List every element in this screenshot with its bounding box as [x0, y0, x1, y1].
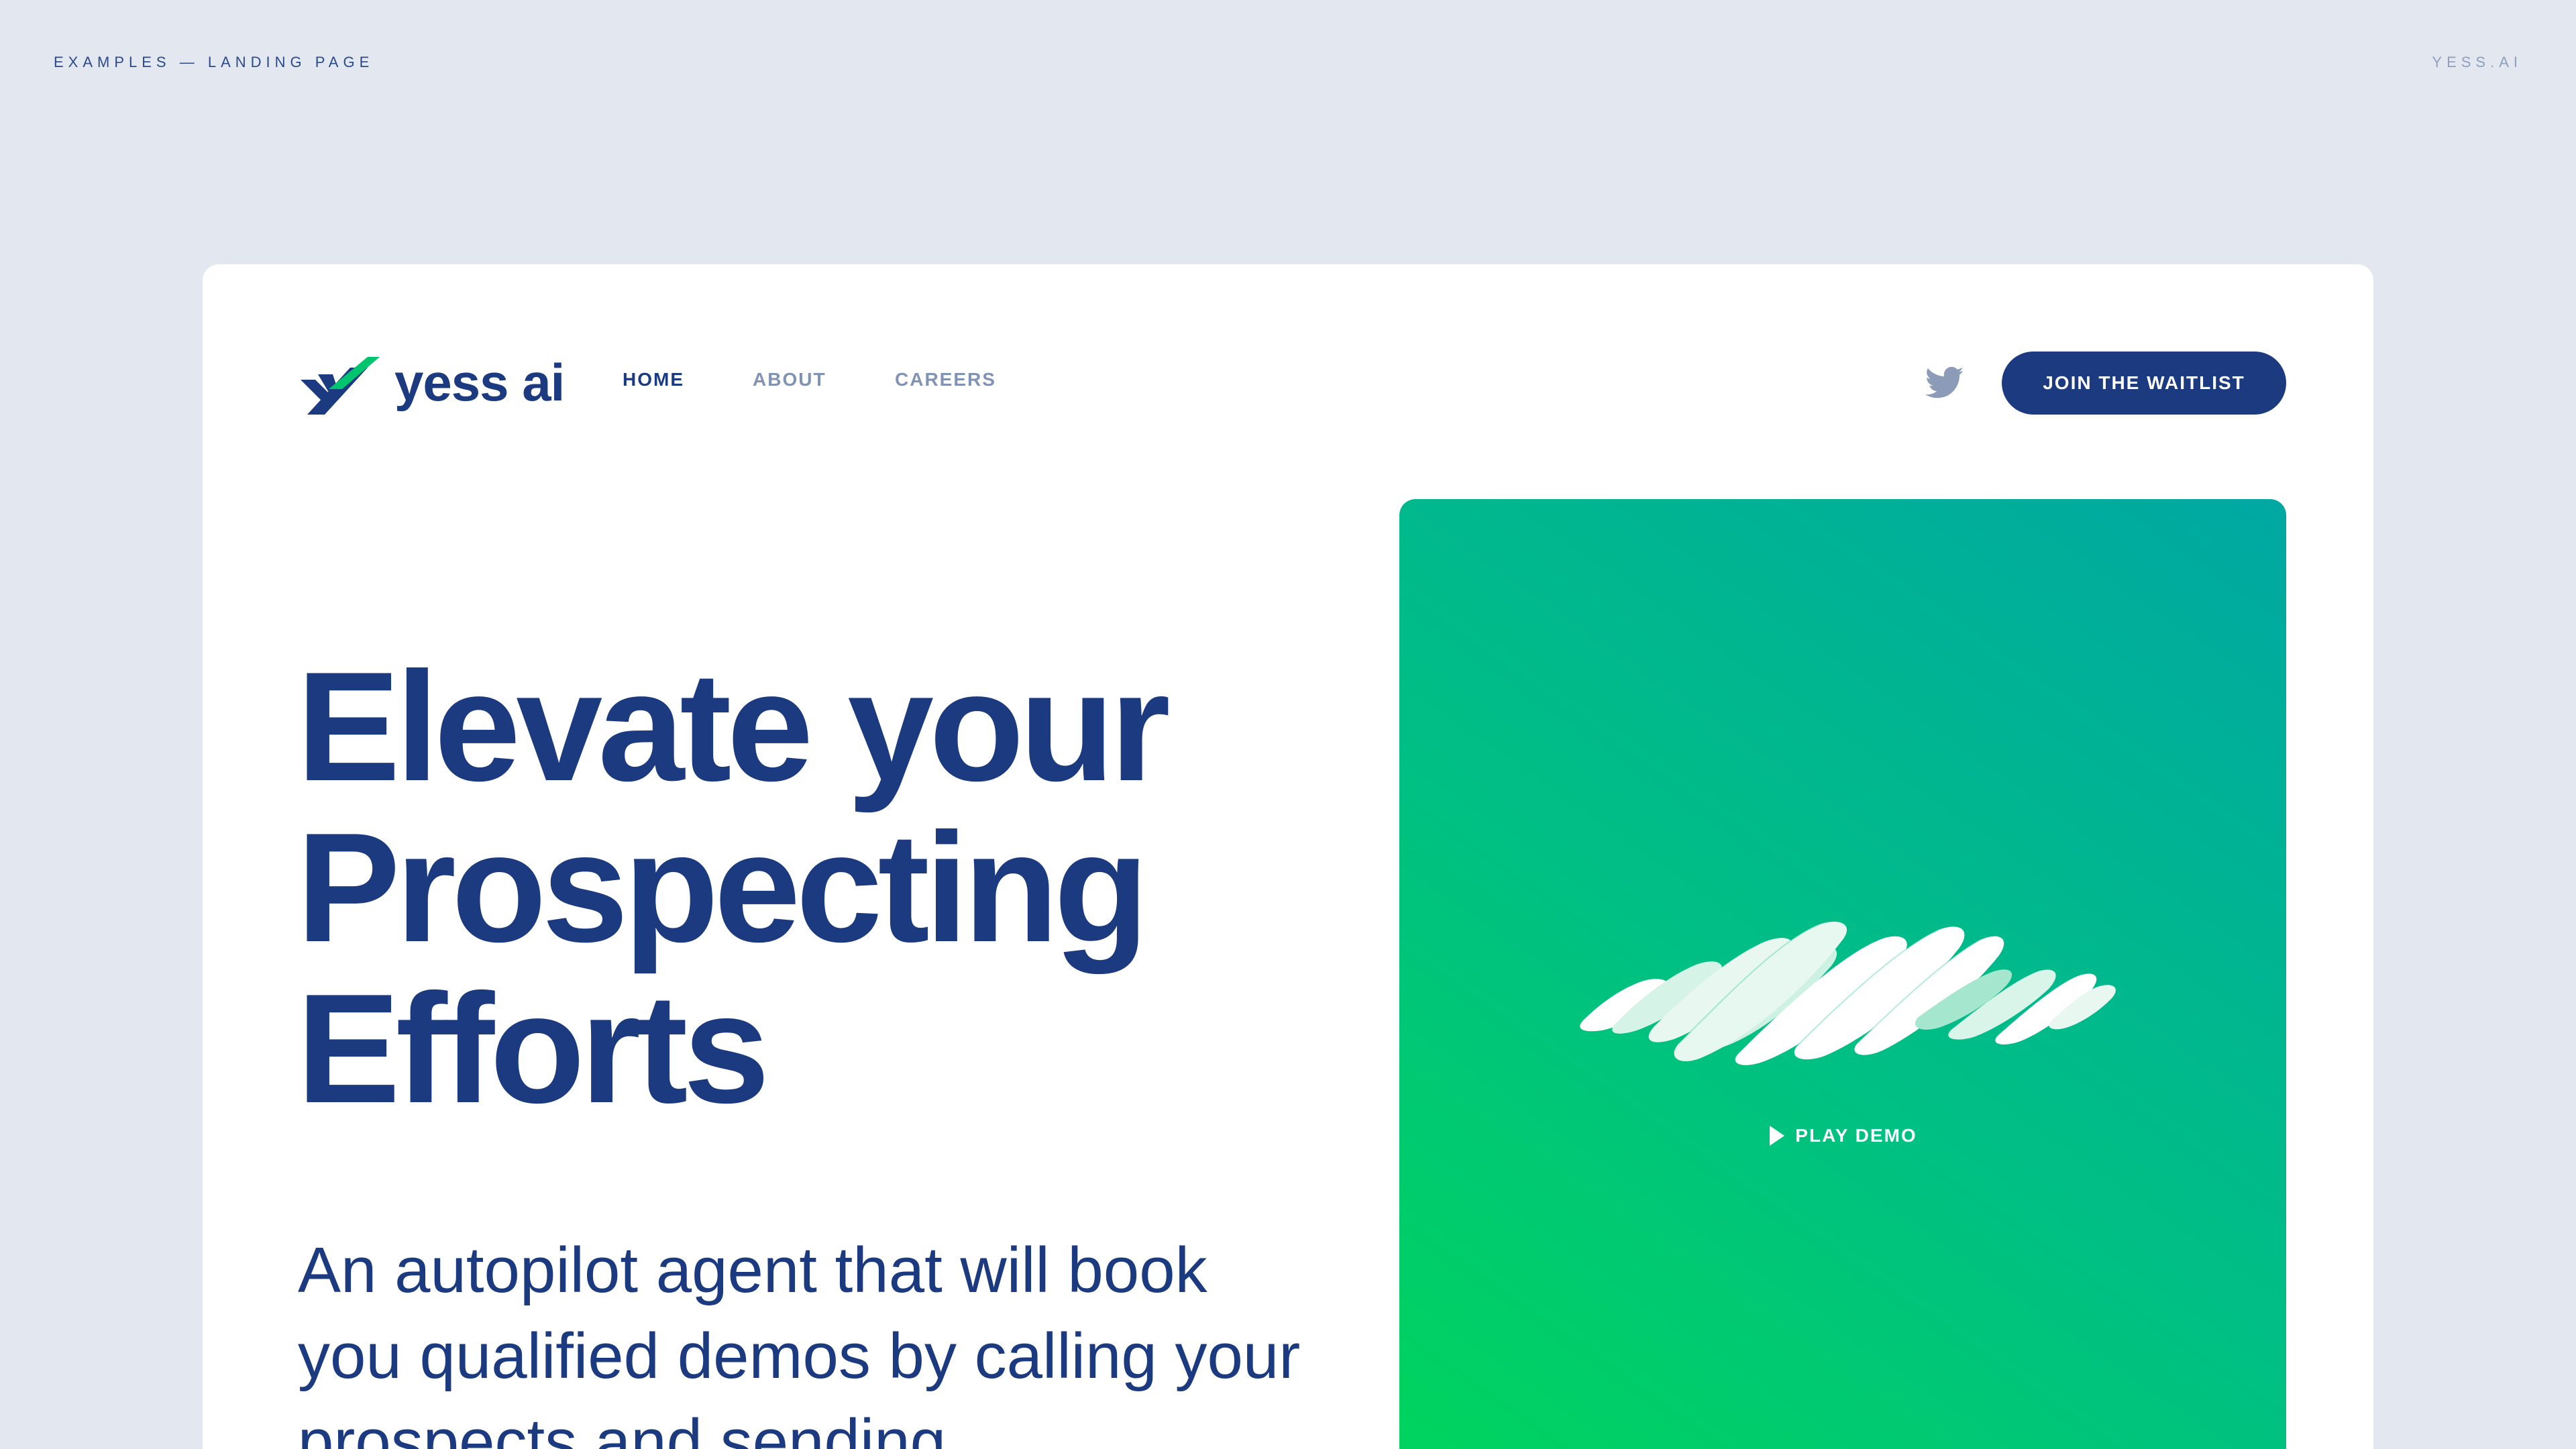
twitter-icon[interactable]: [1925, 366, 1964, 400]
frame-label-left: EXAMPLES — LANDING PAGE: [54, 54, 374, 70]
hero-title-line: Elevate your: [297, 640, 1171, 814]
brand-logo[interactable]: yess ai: [298, 352, 565, 419]
hero-title: Elevate your Prospecting Efforts: [297, 647, 1303, 1130]
demo-video-panel[interactable]: PLAY DEMO: [1399, 499, 2286, 1449]
join-waitlist-button[interactable]: JOIN THE WAITLIST: [2002, 352, 2286, 415]
nav-item-about[interactable]: ABOUT: [753, 369, 826, 390]
frame-label-right: YESS.AI: [2432, 54, 2522, 70]
nav-item-home[interactable]: HOME: [623, 369, 684, 390]
landing-page-card: yess ai HOME ABOUT CAREERS JOIN THE WAIT…: [203, 264, 2373, 1449]
hero-title-line: Efforts: [297, 962, 770, 1136]
play-demo-button[interactable]: PLAY DEMO: [1399, 1124, 2286, 1147]
hero-title-line: Prospecting: [297, 801, 1149, 975]
voice-wave-graphic: [1580, 921, 2116, 1065]
nav-item-careers[interactable]: CAREERS: [895, 369, 996, 390]
play-demo-label: PLAY DEMO: [1795, 1125, 1917, 1146]
logo-text: yess ai: [394, 353, 565, 412]
play-icon: [1770, 1126, 1785, 1146]
hero-subtitle: An autopilot agent that will book you qu…: [298, 1234, 1301, 1449]
logo-mark-icon: [301, 357, 380, 415]
